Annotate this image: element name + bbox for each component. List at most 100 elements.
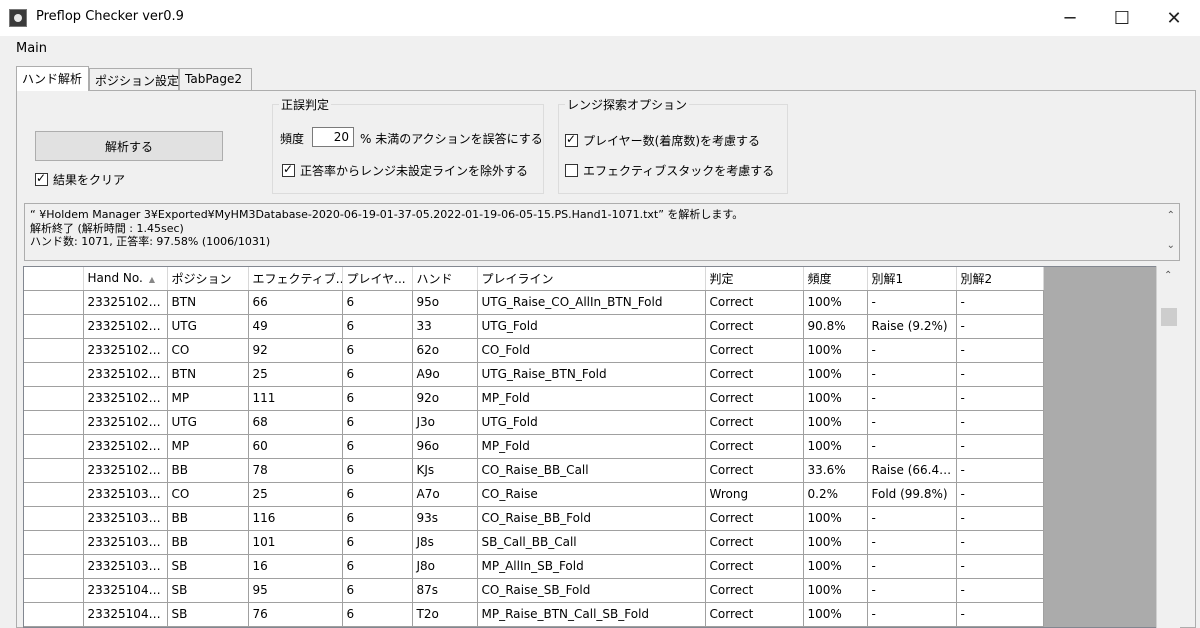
table-cell[interactable]: -	[867, 338, 957, 363]
table-cell[interactable]: 93s	[412, 506, 478, 531]
table-cell[interactable]: BB	[167, 506, 249, 531]
table-cell[interactable]: -	[867, 386, 957, 411]
table-cell[interactable]: -	[867, 434, 957, 459]
table-cell[interactable]: 95o	[412, 290, 478, 315]
table-row[interactable]: 2332510418... SB 95 6 87s CO_Raise_SB_Fold Cor…	[24, 578, 1044, 603]
table-cell[interactable]: -	[867, 506, 957, 531]
table-cell[interactable]: Correct	[705, 578, 804, 603]
table-row[interactable]: 2332510304... BB 116 6 93s CO_Raise_BB_Fold Co…	[24, 506, 1044, 531]
table-cell[interactable]: Wrong	[705, 482, 804, 507]
consider-stack-checkbox[interactable]: エフェクティブスタックを考慮する	[565, 162, 774, 179]
table-cell[interactable]: 6	[342, 434, 413, 459]
table-cell[interactable]: CO_Fold	[477, 338, 706, 363]
table-cell[interactable]: 100%	[803, 434, 868, 459]
maximize-button[interactable]: ☐	[1096, 0, 1148, 36]
row-header[interactable]	[24, 602, 84, 627]
table-cell[interactable]: 6	[342, 362, 413, 387]
row-header[interactable]	[24, 338, 84, 363]
table-row[interactable]: 2332510286... BB 78 6 KJs CO_Raise_BB_Call Cor…	[24, 458, 1044, 483]
table-cell[interactable]: 100%	[803, 362, 868, 387]
table-cell[interactable]: Correct	[705, 362, 804, 387]
table-cell[interactable]: Correct	[705, 338, 804, 363]
table-cell[interactable]: 25	[248, 362, 343, 387]
table-cell[interactable]: 49	[248, 314, 343, 339]
scroll-up-icon[interactable]: ⌃	[1167, 210, 1175, 221]
column-header[interactable]: 判定	[705, 267, 804, 291]
row-header[interactable]	[24, 506, 84, 531]
table-cell[interactable]: 2332510244...	[83, 338, 168, 363]
table-cell[interactable]: CO_Raise	[477, 482, 706, 507]
table-cell[interactable]: 100%	[803, 530, 868, 555]
table-cell[interactable]: -	[867, 410, 957, 435]
table-cell[interactable]: -	[956, 386, 1044, 411]
table-cell[interactable]: 6	[342, 314, 413, 339]
table-cell[interactable]: -	[867, 578, 957, 603]
table-cell[interactable]: 6	[342, 578, 413, 603]
row-header[interactable]	[24, 290, 84, 315]
table-cell[interactable]: -	[867, 554, 957, 579]
table-cell[interactable]: -	[956, 530, 1044, 555]
table-cell[interactable]: 6	[342, 554, 413, 579]
table-cell[interactable]: 6	[342, 602, 413, 627]
column-header[interactable]: 頻度	[803, 267, 868, 291]
tab-position-settings[interactable]: ポジション設定	[89, 68, 179, 90]
table-row[interactable]: 2332510317... BB 101 6 J8s SB_Call_BB_Call Cor…	[24, 530, 1044, 555]
table-cell[interactable]: CO	[167, 338, 249, 363]
table-cell[interactable]: BTN	[167, 290, 249, 315]
table-cell[interactable]: 2332510425...	[83, 602, 168, 627]
table-cell[interactable]: Correct	[705, 386, 804, 411]
table-cell[interactable]: -	[956, 506, 1044, 531]
table-cell[interactable]: Correct	[705, 314, 804, 339]
freq-input[interactable]: 20	[312, 127, 354, 147]
table-cell[interactable]: 100%	[803, 506, 868, 531]
scroll-down-icon[interactable]: ⌄	[1167, 240, 1175, 251]
column-header[interactable]: ハンド	[412, 267, 478, 291]
exclude-unset-checkbox[interactable]: 正答率からレンジ未設定ラインを除外する	[282, 162, 528, 179]
table-cell[interactable]: 2332510251...	[83, 386, 168, 411]
table-cell[interactable]: -	[867, 290, 957, 315]
table-cell[interactable]: 100%	[803, 386, 868, 411]
table-cell[interactable]: 16	[248, 554, 343, 579]
clear-results-checkbox[interactable]: 結果をクリア	[35, 171, 125, 188]
table-cell[interactable]: 6	[342, 482, 413, 507]
table-row[interactable]: 2332510220... BTN 66 6 95o UTG_Raise_CO_AllIn…	[24, 290, 1044, 315]
table-cell[interactable]: CO_Raise_BB_Fold	[477, 506, 706, 531]
table-cell[interactable]: 76	[248, 602, 343, 627]
table-cell[interactable]: A9o	[412, 362, 478, 387]
table-cell[interactable]: 0.2%	[803, 482, 868, 507]
table-cell[interactable]: CO	[167, 482, 249, 507]
table-cell[interactable]: -	[956, 338, 1044, 363]
table-cell[interactable]: 2332510244...	[83, 362, 168, 387]
table-cell[interactable]: 2332510317...	[83, 530, 168, 555]
table-row[interactable]: 2332510244... CO 92 6 62o CO_Fold Correct 100% -…	[24, 338, 1044, 363]
close-button[interactable]: ✕	[1148, 0, 1200, 36]
table-cell[interactable]: 78	[248, 458, 343, 483]
table-cell[interactable]: UTG_Raise_BTN_Fold	[477, 362, 706, 387]
table-cell[interactable]: 92	[248, 338, 343, 363]
row-header[interactable]	[24, 410, 84, 435]
table-cell[interactable]: 111	[248, 386, 343, 411]
table-cell[interactable]: 68	[248, 410, 343, 435]
table-row[interactable]: 2332510300... CO 25 6 A7o CO_Raise Wrong 0.2% Fo…	[24, 482, 1044, 507]
table-cell[interactable]: Fold (99.8%)	[867, 482, 957, 507]
table-cell[interactable]: 2332510220...	[83, 290, 168, 315]
row-header[interactable]	[24, 314, 84, 339]
table-cell[interactable]: 96o	[412, 434, 478, 459]
table-row[interactable]: 2332510282... MP 60 6 96o MP_Fold Correct 100% -…	[24, 434, 1044, 459]
table-cell[interactable]: 2332510304...	[83, 506, 168, 531]
table-cell[interactable]: -	[956, 554, 1044, 579]
consider-players-checkbox[interactable]: プレイヤー数(着席数)を考慮する	[565, 132, 760, 149]
menu-main[interactable]: Main	[16, 41, 47, 56]
table-cell[interactable]: 116	[248, 506, 343, 531]
tab-tabpage2[interactable]: TabPage2	[179, 68, 252, 90]
row-header[interactable]	[24, 362, 84, 387]
table-cell[interactable]: Correct	[705, 410, 804, 435]
table-cell[interactable]: -	[956, 458, 1044, 483]
table-cell[interactable]: 6	[342, 458, 413, 483]
table-cell[interactable]: 100%	[803, 554, 868, 579]
scrollbar-thumb[interactable]	[1161, 308, 1177, 326]
table-cell[interactable]: 6	[342, 338, 413, 363]
table-cell[interactable]: 2332510223...	[83, 314, 168, 339]
table-cell[interactable]: 87s	[412, 578, 478, 603]
table-row[interactable]: 2332510282... UTG 68 6 J3o UTG_Fold Correct 100…	[24, 410, 1044, 435]
